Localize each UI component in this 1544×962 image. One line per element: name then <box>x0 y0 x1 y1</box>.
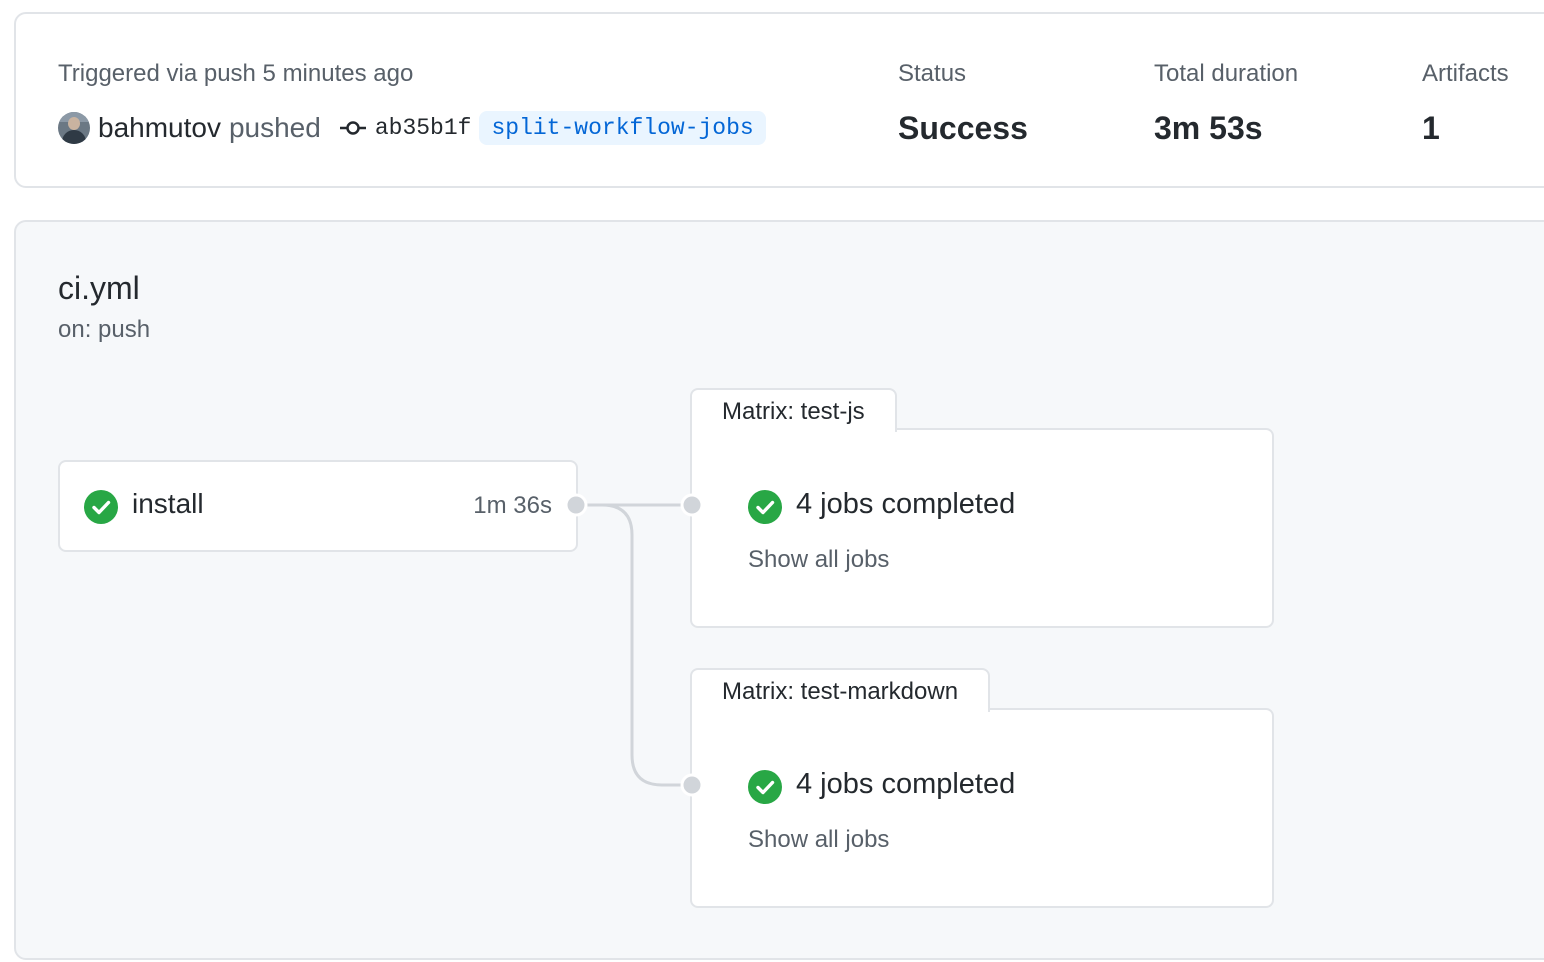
input-port-dot <box>680 773 704 797</box>
workflow-graph-panel: ci.yml on: push install 1m 36s Matrix: t… <box>14 220 1544 960</box>
pushed-label: pushed <box>228 112 321 143</box>
commit-sha-link[interactable]: ab35b1f <box>375 115 472 141</box>
job-duration: 1m 36s <box>473 492 552 519</box>
workflow-file-name: ci.yml <box>58 270 140 306</box>
input-port-dot <box>680 493 704 517</box>
show-all-jobs-link[interactable]: Show all jobs <box>748 826 889 854</box>
matrix-label: Matrix: test-markdown <box>690 668 991 712</box>
duration-label: Total duration <box>1154 60 1299 87</box>
artifacts-count-link[interactable]: 1 <box>1422 110 1440 147</box>
matrix-label: Matrix: test-js <box>690 388 897 432</box>
pusher-name-link[interactable]: bahmutov <box>98 112 221 144</box>
artifacts-label: Artifacts <box>1422 60 1509 87</box>
check-circle-icon <box>748 770 782 804</box>
workflow-trigger: on: push <box>58 316 151 343</box>
avatar[interactable] <box>58 112 90 144</box>
run-summary-card: Triggered via push 5 minutes ago bahmuto… <box>14 12 1544 188</box>
matrix-box[interactable]: 4 jobs completed Show all jobs <box>690 428 1274 628</box>
job-name: install <box>132 488 204 519</box>
check-circle-icon <box>84 490 118 524</box>
job-card-install[interactable]: install 1m 36s <box>58 460 578 552</box>
output-port-dot <box>564 493 588 517</box>
jobs-completed-summary: 4 jobs completed <box>796 768 1016 800</box>
show-all-jobs-link[interactable]: Show all jobs <box>748 546 889 574</box>
git-commit-icon <box>339 118 367 138</box>
matrix-box[interactable]: 4 jobs completed Show all jobs <box>690 708 1274 908</box>
branch-tag[interactable]: split-workflow-jobs <box>479 111 766 145</box>
status-value: Success <box>898 110 1028 146</box>
duration-value: 3m 53s <box>1154 110 1263 146</box>
push-info: bahmutov pushed ab35b1f split-workflow-j… <box>58 108 766 148</box>
trigger-text: Triggered via push 5 minutes ago <box>58 60 414 87</box>
check-circle-icon <box>748 490 782 524</box>
jobs-completed-summary: 4 jobs completed <box>796 488 1016 520</box>
status-label: Status <box>898 60 967 87</box>
